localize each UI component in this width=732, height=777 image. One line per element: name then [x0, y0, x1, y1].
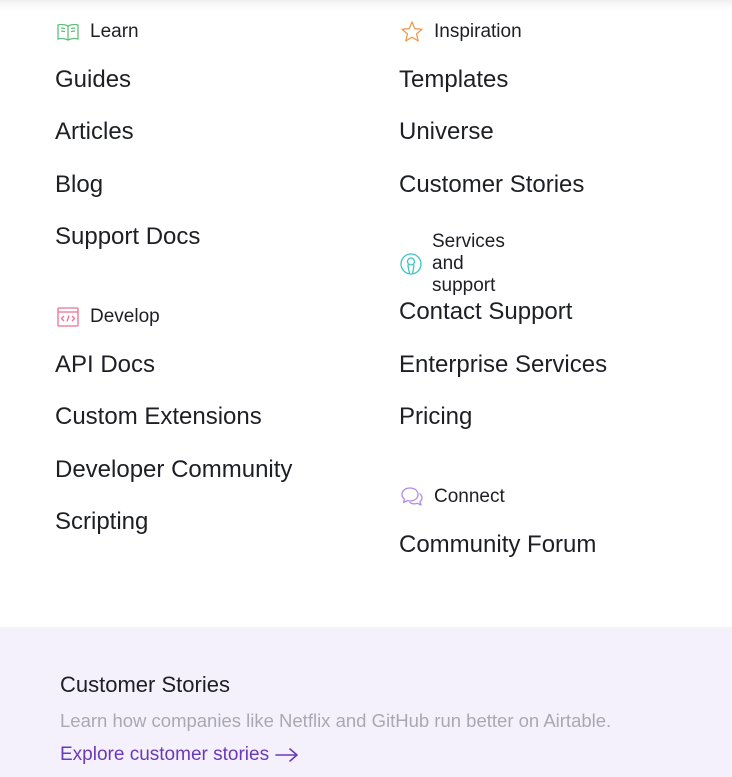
person-icon [399, 251, 423, 277]
section-learn: Learn [55, 20, 139, 44]
section-develop-heading: Develop [55, 305, 160, 329]
section-develop: Develop [55, 305, 160, 329]
link-templates[interactable]: Templates [399, 68, 508, 92]
arrow-right-icon [275, 747, 299, 763]
link-scripting[interactable]: Scripting [55, 510, 148, 534]
section-inspiration-heading: Inspiration [399, 20, 522, 44]
footer-title: Customer Stories [60, 672, 230, 697]
section-connect-label: Connect [434, 486, 505, 507]
link-contact-support[interactable]: Contact Support [399, 300, 572, 324]
chat-bubbles-icon [399, 484, 425, 510]
link-universe[interactable]: Universe [399, 120, 494, 144]
section-services-heading: Services and support [399, 231, 507, 296]
section-connect: Connect [399, 485, 505, 509]
code-icon [55, 304, 81, 330]
link-developer-community[interactable]: Developer Community [55, 458, 292, 482]
link-community-forum[interactable]: Community Forum [399, 533, 596, 557]
section-develop-label: Develop [90, 306, 160, 327]
star-icon [399, 19, 425, 45]
link-pricing[interactable]: Pricing [399, 405, 472, 429]
customer-stories-footer: Customer Stories Learn how companies lik… [0, 627, 732, 777]
link-articles[interactable]: Articles [55, 120, 134, 144]
link-blog[interactable]: Blog [55, 173, 103, 197]
explore-customer-stories-link[interactable]: Explore customer stories [60, 744, 299, 766]
footer-description: Learn how companies like Netflix and Git… [60, 710, 612, 731]
section-services: Services and support [399, 231, 507, 296]
section-inspiration-label: Inspiration [434, 21, 522, 42]
resources-menu: Learn Guides Articles Blog Support Docs … [0, 0, 732, 627]
explore-customer-stories-label: Explore customer stories [60, 744, 270, 765]
link-guides[interactable]: Guides [55, 68, 131, 92]
link-support-docs[interactable]: Support Docs [55, 225, 200, 249]
link-enterprise-services[interactable]: Enterprise Services [399, 353, 607, 377]
link-api-docs[interactable]: API Docs [55, 353, 155, 377]
link-customer-stories[interactable]: Customer Stories [399, 173, 584, 197]
section-learn-label: Learn [90, 21, 139, 42]
link-custom-extensions[interactable]: Custom Extensions [55, 405, 262, 429]
section-learn-heading: Learn [55, 20, 139, 44]
section-inspiration: Inspiration [399, 20, 522, 44]
book-icon [55, 19, 81, 45]
section-services-label: Services and support [432, 231, 505, 296]
section-connect-heading: Connect [399, 485, 505, 509]
